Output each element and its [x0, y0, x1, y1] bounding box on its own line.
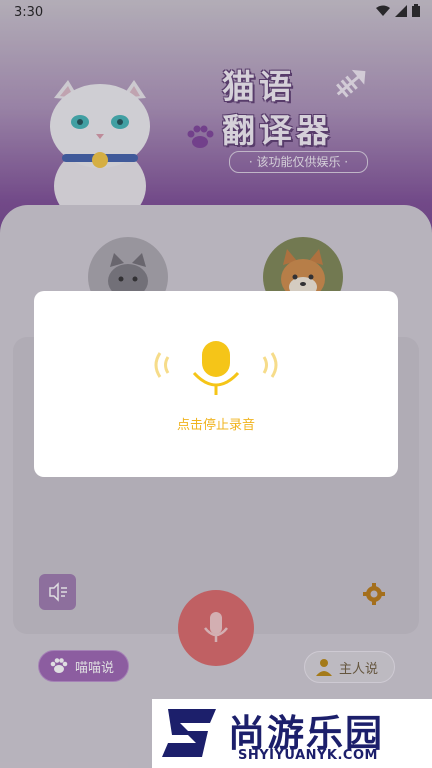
watermark-logo-icon [162, 709, 216, 757]
watermark-banner: 尚游乐园 SHYIYUANYK.COM [152, 699, 432, 768]
stop-recording-hint[interactable]: 点击停止录音 [0, 414, 432, 433]
recording-microphone-icon [154, 341, 278, 395]
recording-dialog [34, 291, 398, 477]
watermark-url: SHYIYUANYK.COM [238, 748, 378, 763]
